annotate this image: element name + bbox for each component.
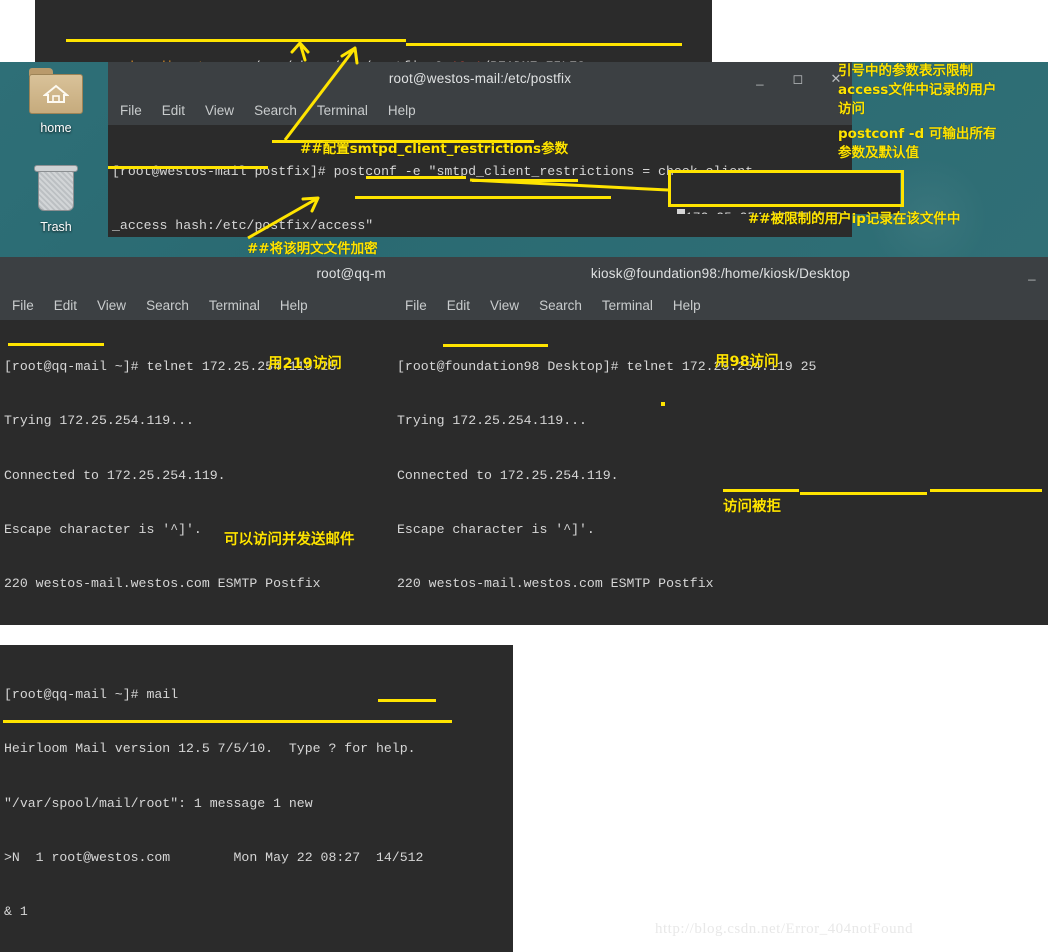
- menu-item-edit[interactable]: Edit: [162, 103, 185, 118]
- desktop-icon-trash[interactable]: Trash: [4, 163, 108, 234]
- highlight-underline-access-denied: [930, 489, 1042, 492]
- highlight-underline-client-host: [723, 489, 799, 492]
- house-glyph-icon: [43, 84, 69, 103]
- terminal-line: Heirloom Mail version 12.5 7/5/10. Type …: [4, 741, 416, 757]
- terminal-line: 220 westos-mail.westos.com ESMTP Postfix: [397, 576, 714, 592]
- window-title-foundation98: kiosk@foundation98:/home/kiosk/Desktop: [590, 266, 851, 281]
- menu-item-search[interactable]: Search: [254, 103, 297, 118]
- annotation-config-param: ##配置smtpd_client_restrictions参数: [300, 141, 569, 157]
- menu-item-terminal[interactable]: Terminal: [602, 298, 653, 313]
- highlight-underline-qq-mail-host: [8, 343, 104, 346]
- menu-item-search[interactable]: Search: [146, 298, 189, 313]
- highlight-underline-vim-cmd: [366, 176, 466, 179]
- highlight-underline-vim-path: [472, 179, 578, 182]
- terminal-line: Trying 172.25.254.119...: [397, 413, 587, 429]
- menubar-postfix[interactable]: File Edit View Search Terminal Help: [108, 95, 852, 125]
- access-inset-highlight-box: [668, 170, 904, 207]
- titlebar-postfix[interactable]: root@westos-mail:/etc/postfix _ ◻ ✕: [108, 62, 852, 95]
- menu-item-help[interactable]: Help: [280, 298, 308, 313]
- terminal-window-qq-mail[interactable]: root@qq-m File Edit View Search Terminal…: [0, 257, 400, 625]
- maximize-icon[interactable]: ◻: [792, 72, 804, 85]
- terminal-window-mail-reader[interactable]: [root@qq-mail ~]# mail Heirloom Mail ver…: [0, 645, 513, 952]
- titlebar-foundation98[interactable]: kiosk@foundation98:/home/kiosk/Desktop _: [393, 257, 1048, 290]
- vim-editor-window[interactable]: readme_directory = /usr/share/doc/postfi…: [35, 0, 712, 62]
- window-title-postfix: root@westos-mail:/etc/postfix: [388, 71, 572, 86]
- watermark-url: http://blog.csdn.net/Error_404notFound: [655, 921, 914, 937]
- annotation-can-send-mail: 可以访问并发送邮件: [224, 532, 355, 548]
- vim-text-area[interactable]: readme_directory = /usr/share/doc/postfi…: [35, 0, 712, 62]
- highlight-underline-rejected: [800, 492, 927, 495]
- window-buttons-postfix[interactable]: _ ◻ ✕: [754, 62, 842, 95]
- menu-item-file[interactable]: File: [12, 298, 34, 313]
- highlight-underline-check-client-access: [406, 43, 682, 46]
- annotation-access-219: 用219访问: [268, 356, 342, 372]
- menu-item-terminal[interactable]: Terminal: [317, 103, 368, 118]
- desktop-icon-home[interactable]: home: [4, 68, 108, 135]
- menubar-qq-mail[interactable]: File Edit View Search Terminal Help: [0, 290, 400, 320]
- terminal-line: "/var/spool/mail/root": 1 message 1 new: [4, 795, 313, 811]
- titlebar-qq-mail[interactable]: root@qq-m: [0, 257, 400, 290]
- desktop-icon-trash-label: Trash: [40, 220, 72, 234]
- menu-item-view[interactable]: View: [205, 103, 234, 118]
- terminal-line: 220 westos-mail.westos.com ESMTP Postfix: [4, 576, 321, 592]
- desktop-icon-home-label: home: [40, 121, 72, 135]
- terminal-line: Connected to 172.25.254.119.: [397, 467, 619, 483]
- menu-item-search[interactable]: Search: [539, 298, 582, 313]
- annotation-access-denied: 访问被拒: [723, 499, 781, 515]
- annotation-access-98: 用98访问: [715, 354, 779, 370]
- terminal-line: _access hash:/etc/postfix/access": [112, 218, 374, 234]
- terminal-output-mail-reader[interactable]: [root@qq-mail ~]# mail Heirloom Mail ver…: [0, 645, 513, 952]
- minimize-icon[interactable]: _: [754, 72, 766, 85]
- menu-item-view[interactable]: View: [490, 298, 519, 313]
- terminal-line: Trying 172.25.254.119...: [4, 413, 194, 429]
- minimize-icon[interactable]: _: [1026, 267, 1038, 280]
- menu-item-file[interactable]: File: [405, 298, 427, 313]
- highlight-underline-access-path-left: [108, 166, 268, 169]
- highlight-dot-esmtp: [661, 402, 665, 406]
- annotation-postconf-d: postconf -d 可输出所有 参数及默认值: [838, 126, 997, 161]
- menubar-foundation98[interactable]: File Edit View Search Terminal Help: [393, 290, 1048, 320]
- terminal-line: Escape character is '^]'.: [397, 522, 595, 538]
- terminal-window-foundation98[interactable]: kiosk@foundation98:/home/kiosk/Desktop _…: [393, 257, 1048, 625]
- terminal-line: & 1: [4, 904, 28, 920]
- highlight-underline-smtpd-param: [66, 39, 406, 42]
- menu-item-terminal[interactable]: Terminal: [209, 298, 260, 313]
- highlight-underline-foundation98-host: [443, 344, 548, 347]
- menu-item-file[interactable]: File: [120, 103, 142, 118]
- window-buttons-foundation98[interactable]: _: [1026, 257, 1038, 290]
- menu-item-edit[interactable]: Edit: [54, 298, 77, 313]
- menu-item-view[interactable]: View: [97, 298, 126, 313]
- annotation-quote-params: 引号中的参数表示限制 access文件中记录的用户 访问: [838, 63, 997, 117]
- window-title-qq-mail: root@qq-m: [316, 266, 386, 281]
- annotation-encrypt-file: ##将该明文文件加密: [247, 241, 378, 257]
- terminal-line: Connected to 172.25.254.119.: [4, 467, 226, 483]
- menu-item-help[interactable]: Help: [388, 103, 416, 118]
- home-folder-icon: [4, 68, 108, 117]
- menu-item-help[interactable]: Help: [673, 298, 701, 313]
- terminal-line: >N 1 root@westos.com Mon May 22 08:27 14…: [4, 850, 424, 866]
- screenshot-root: home Trash readme_directory = /usr/share…: [0, 0, 1048, 952]
- annotation-restricted-ip: ##被限制的用户ip记录在该文件中: [748, 211, 961, 227]
- menu-item-edit[interactable]: Edit: [447, 298, 470, 313]
- trash-icon: [4, 163, 108, 216]
- highlight-underline-mail-message-row: [3, 720, 452, 723]
- terminal-line: [root@qq-mail ~]# mail: [4, 687, 179, 703]
- highlight-underline-mail-date: [378, 699, 436, 702]
- inset-cursor: [677, 209, 685, 214]
- highlight-underline-postmap-cmd: [355, 196, 611, 199]
